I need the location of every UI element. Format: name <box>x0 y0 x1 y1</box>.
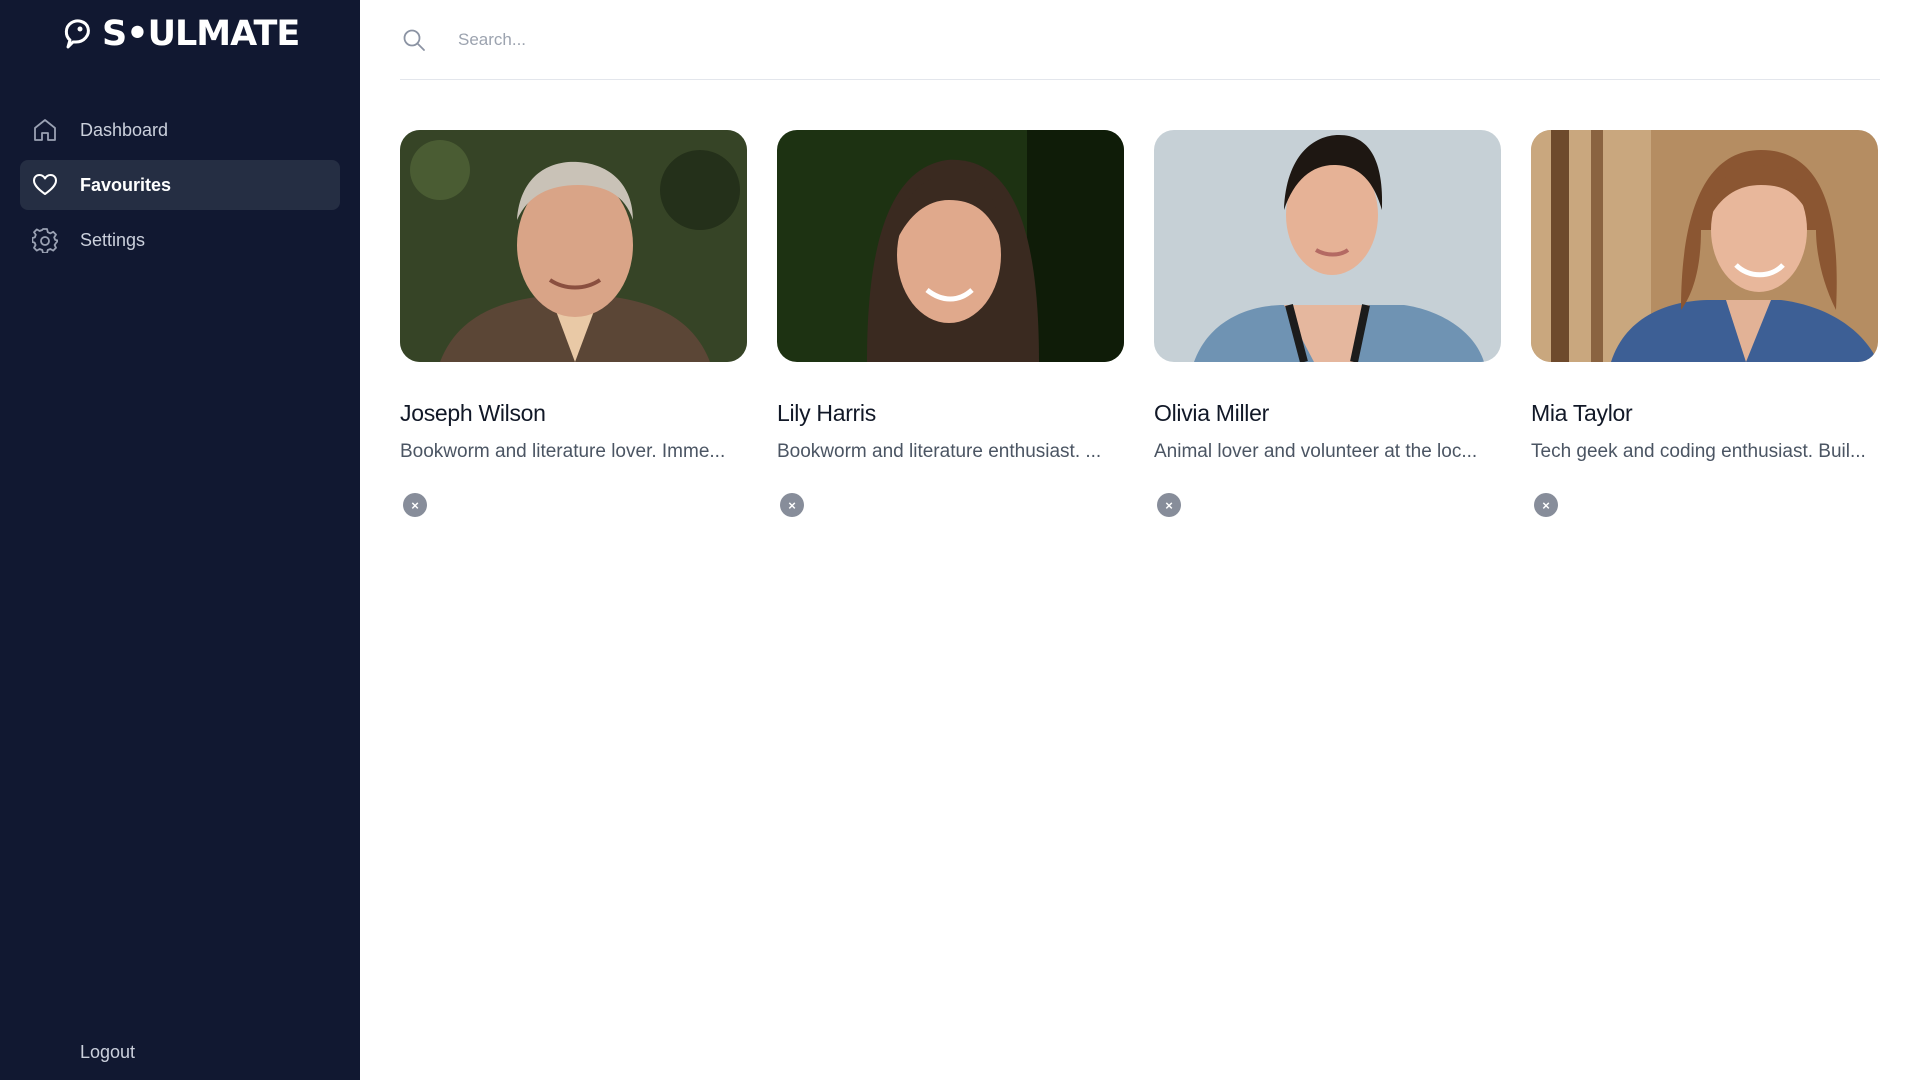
profile-photo[interactable] <box>400 130 747 362</box>
sidebar-item-label: Settings <box>80 229 146 250</box>
sidebar-item-settings[interactable]: Settings <box>20 215 340 265</box>
search-bar <box>400 0 1880 80</box>
search-icon <box>403 29 425 51</box>
profile-card[interactable]: Olivia Miller Animal lover and volunteer… <box>1154 130 1501 517</box>
logout-icon <box>32 1039 58 1065</box>
profile-name: Olivia Miller <box>1154 400 1269 426</box>
sidebar-item-favourites[interactable]: Favourites <box>20 160 340 210</box>
profile-description: Bookworm and literature enthusiast. ... <box>777 441 1102 462</box>
close-icon: × <box>1542 497 1550 513</box>
profile-description: Tech geek and coding enthusiast. Buil... <box>1531 441 1866 462</box>
profile-name: Lily Harris <box>777 400 876 426</box>
profile-photo[interactable] <box>1531 130 1878 362</box>
profile-description: Bookworm and literature lover. Imme... <box>400 441 726 462</box>
sidebar-nav: Dashboard Favourites Settings <box>20 105 340 270</box>
remove-favourite-button[interactable]: × <box>780 493 804 517</box>
remove-favourite-button[interactable]: × <box>403 493 427 517</box>
profile-name: Mia Taylor <box>1531 400 1633 426</box>
sidebar-item-dashboard[interactable]: Dashboard <box>20 105 340 155</box>
search-input[interactable] <box>458 29 1758 50</box>
logout-button[interactable]: Logout <box>32 1039 135 1065</box>
profile-card[interactable]: Lily Harris Bookworm and literature enth… <box>777 130 1124 517</box>
sidebar: S•ULMATE Dashboard Favourites Settings L… <box>0 0 360 1080</box>
close-icon: × <box>1165 497 1173 513</box>
profile-card[interactable]: Joseph Wilson Bookworm and literature lo… <box>400 130 747 517</box>
profile-description: Animal lover and volunteer at the loc... <box>1154 441 1478 462</box>
gear-icon <box>32 228 58 253</box>
profile-photo[interactable] <box>777 130 1124 362</box>
profile-photo[interactable] <box>1154 130 1501 362</box>
profile-card[interactable]: Mia Taylor Tech geek and coding enthusia… <box>1531 130 1878 517</box>
sidebar-item-label: Favourites <box>80 174 172 195</box>
app-logo-text: S•ULMATE <box>102 14 300 54</box>
main-content: Joseph Wilson Bookworm and literature lo… <box>360 0 1920 1080</box>
app-logo[interactable]: S•ULMATE <box>62 14 300 54</box>
close-icon: × <box>411 497 419 513</box>
close-icon: × <box>788 497 796 513</box>
heart-icon <box>33 174 57 195</box>
remove-favourite-button[interactable]: × <box>1157 493 1181 517</box>
sidebar-item-label: Dashboard <box>80 119 169 140</box>
logo-icon <box>64 19 90 49</box>
profile-name: Joseph Wilson <box>400 400 546 426</box>
logout-label: Logout <box>80 1041 136 1062</box>
favourites-grid: Joseph Wilson Bookworm and literature lo… <box>400 130 1880 517</box>
home-icon <box>34 119 56 141</box>
remove-favourite-button[interactable]: × <box>1534 493 1558 517</box>
